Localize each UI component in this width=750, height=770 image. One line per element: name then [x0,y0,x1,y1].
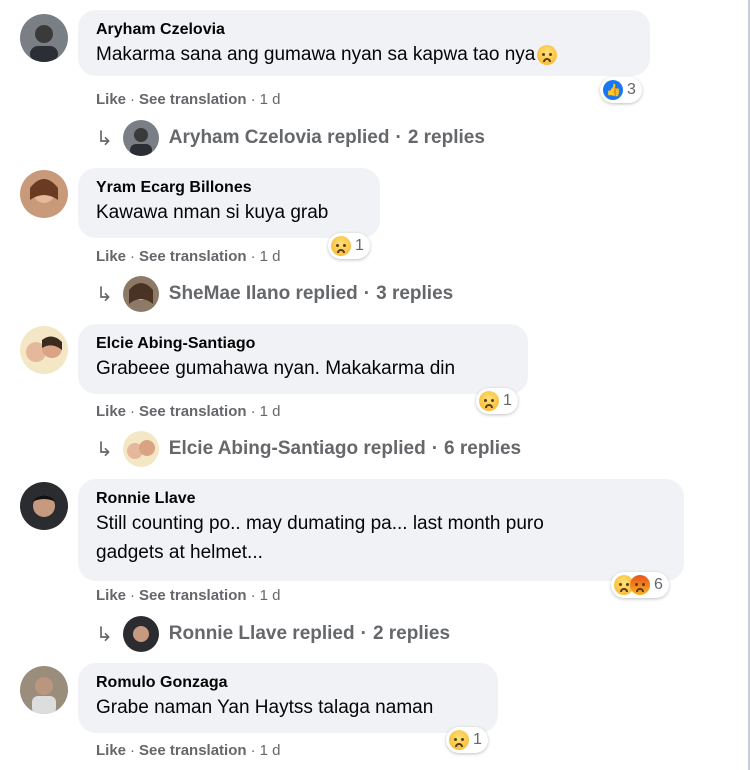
reaction-count: 1 [503,392,512,409]
reaction-count: 3 [627,81,636,98]
comment-author[interactable]: Ronnie Llave [96,489,666,509]
reply-avatar [122,431,159,467]
avatar[interactable] [20,482,68,530]
reaction-count: 1 [355,237,364,254]
comment-author[interactable]: Yram Ecarg Billones [96,178,362,198]
comment-text: Makarma sana ang gumawa nyan sa kapwa ta… [96,44,536,65]
reply-author: Elcie Abing-Santiago [168,438,359,459]
comment-author[interactable]: Elcie Abing-Santiago [96,334,510,354]
reply-verb: replied [363,438,426,459]
reaction-summary[interactable]: 1 [328,233,370,259]
reaction-count: 6 [654,576,663,593]
comment-time[interactable]: 1 d [260,587,281,604]
avatar[interactable] [20,14,68,62]
reply-arrow-icon: ↳ [96,283,113,306]
replies-link[interactable]: ↳ SheMae Ilano replied · 3 replies [96,276,453,312]
reply-avatar [122,616,159,652]
reaction-summary[interactable]: 3 [600,77,642,103]
comment-time[interactable]: 1 d [260,91,281,108]
comment-text: Grabe naman Yan Haytss talaga naman [96,697,434,718]
reply-count: 6 replies [444,438,522,459]
comment-text-line-2: gadgets at helmet... [96,542,263,563]
see-translation-link[interactable]: See translation [139,248,247,265]
comment-text: Kawawa nman si kuya grab [96,202,329,223]
see-translation-link[interactable]: See translation [139,403,247,420]
like-link[interactable]: Like [96,248,126,265]
reply-author: SheMae Ilano [168,283,291,304]
reply-author: Ronnie Llave [168,623,288,644]
comment-actions: Like · See translation · 1 d [96,742,281,759]
sad-reaction-icon [331,236,351,256]
reply-author: Aryham Czelovia [168,127,322,148]
like-link[interactable]: Like [96,403,126,420]
reply-arrow-icon: ↳ [96,623,113,646]
angry-reaction-icon [630,575,650,595]
comment-author[interactable]: Aryham Czelovia [96,20,632,40]
reply-arrow-icon: ↳ [96,438,113,461]
comment-time[interactable]: 1 d [260,403,281,420]
comment-actions: Like · See translation · 1 d [96,403,281,420]
avatar[interactable] [20,666,68,714]
see-translation-link[interactable]: See translation [139,91,247,108]
sad-emoji-icon [537,44,558,65]
sad-reaction-icon [449,730,469,750]
comment-bubble: Romulo Gonzaga Grabe naman Yan Haytss ta… [78,663,498,733]
reply-count: 2 replies [372,623,451,644]
sad-reaction-icon [479,391,499,411]
reply-verb: replied [327,127,390,148]
avatar[interactable] [20,170,68,218]
reply-avatar [122,120,159,156]
reply-count: 2 replies [407,127,485,148]
comment-actions: Like · See translation · 1 d [96,587,281,604]
replies-link[interactable]: ↳ Ronnie Llave replied · 2 replies [96,616,450,652]
reaction-count: 1 [473,731,482,748]
reaction-summary[interactable]: 6 [611,572,669,598]
comment-bubble: Aryham Czelovia Makarma sana ang gumawa … [78,10,650,76]
reply-arrow-icon: ↳ [96,127,113,150]
avatar[interactable] [20,326,68,374]
comment-bubble: Elcie Abing-Santiago Grabeee gumahawa ny… [78,324,528,394]
reply-count: 3 replies [376,283,454,304]
reply-verb: replied [295,283,358,304]
reaction-summary[interactable]: 1 [446,727,488,753]
comment-bubble: Yram Ecarg Billones Kawawa nman si kuya … [78,168,380,238]
like-reaction-icon [603,80,623,100]
comment-text: Grabeee gumahawa nyan. Makakarma din [96,358,456,379]
comment-author[interactable]: Romulo Gonzaga [96,673,480,693]
comment-time[interactable]: 1 d [260,248,281,265]
like-link[interactable]: Like [96,587,126,604]
comment-time[interactable]: 1 d [260,742,281,759]
see-translation-link[interactable]: See translation [139,742,247,759]
reply-avatar [122,276,159,312]
like-link[interactable]: Like [96,91,126,108]
reply-verb: replied [292,623,355,644]
see-translation-link[interactable]: See translation [139,587,247,604]
comment-bubble: Ronnie Llave Still counting po.. may dum… [78,479,684,581]
replies-link[interactable]: ↳ Elcie Abing-Santiago replied · 6 replies [96,431,521,467]
like-link[interactable]: Like [96,742,126,759]
replies-link[interactable]: ↳ Aryham Czelovia replied · 2 replies [96,120,485,156]
comment-actions: Like · See translation · 1 d [96,248,281,265]
comment-text-line-1: Still counting po.. may dumating pa... l… [96,513,544,534]
comment-actions: Like · See translation · 1 d [96,91,281,108]
reaction-summary[interactable]: 1 [476,388,518,414]
